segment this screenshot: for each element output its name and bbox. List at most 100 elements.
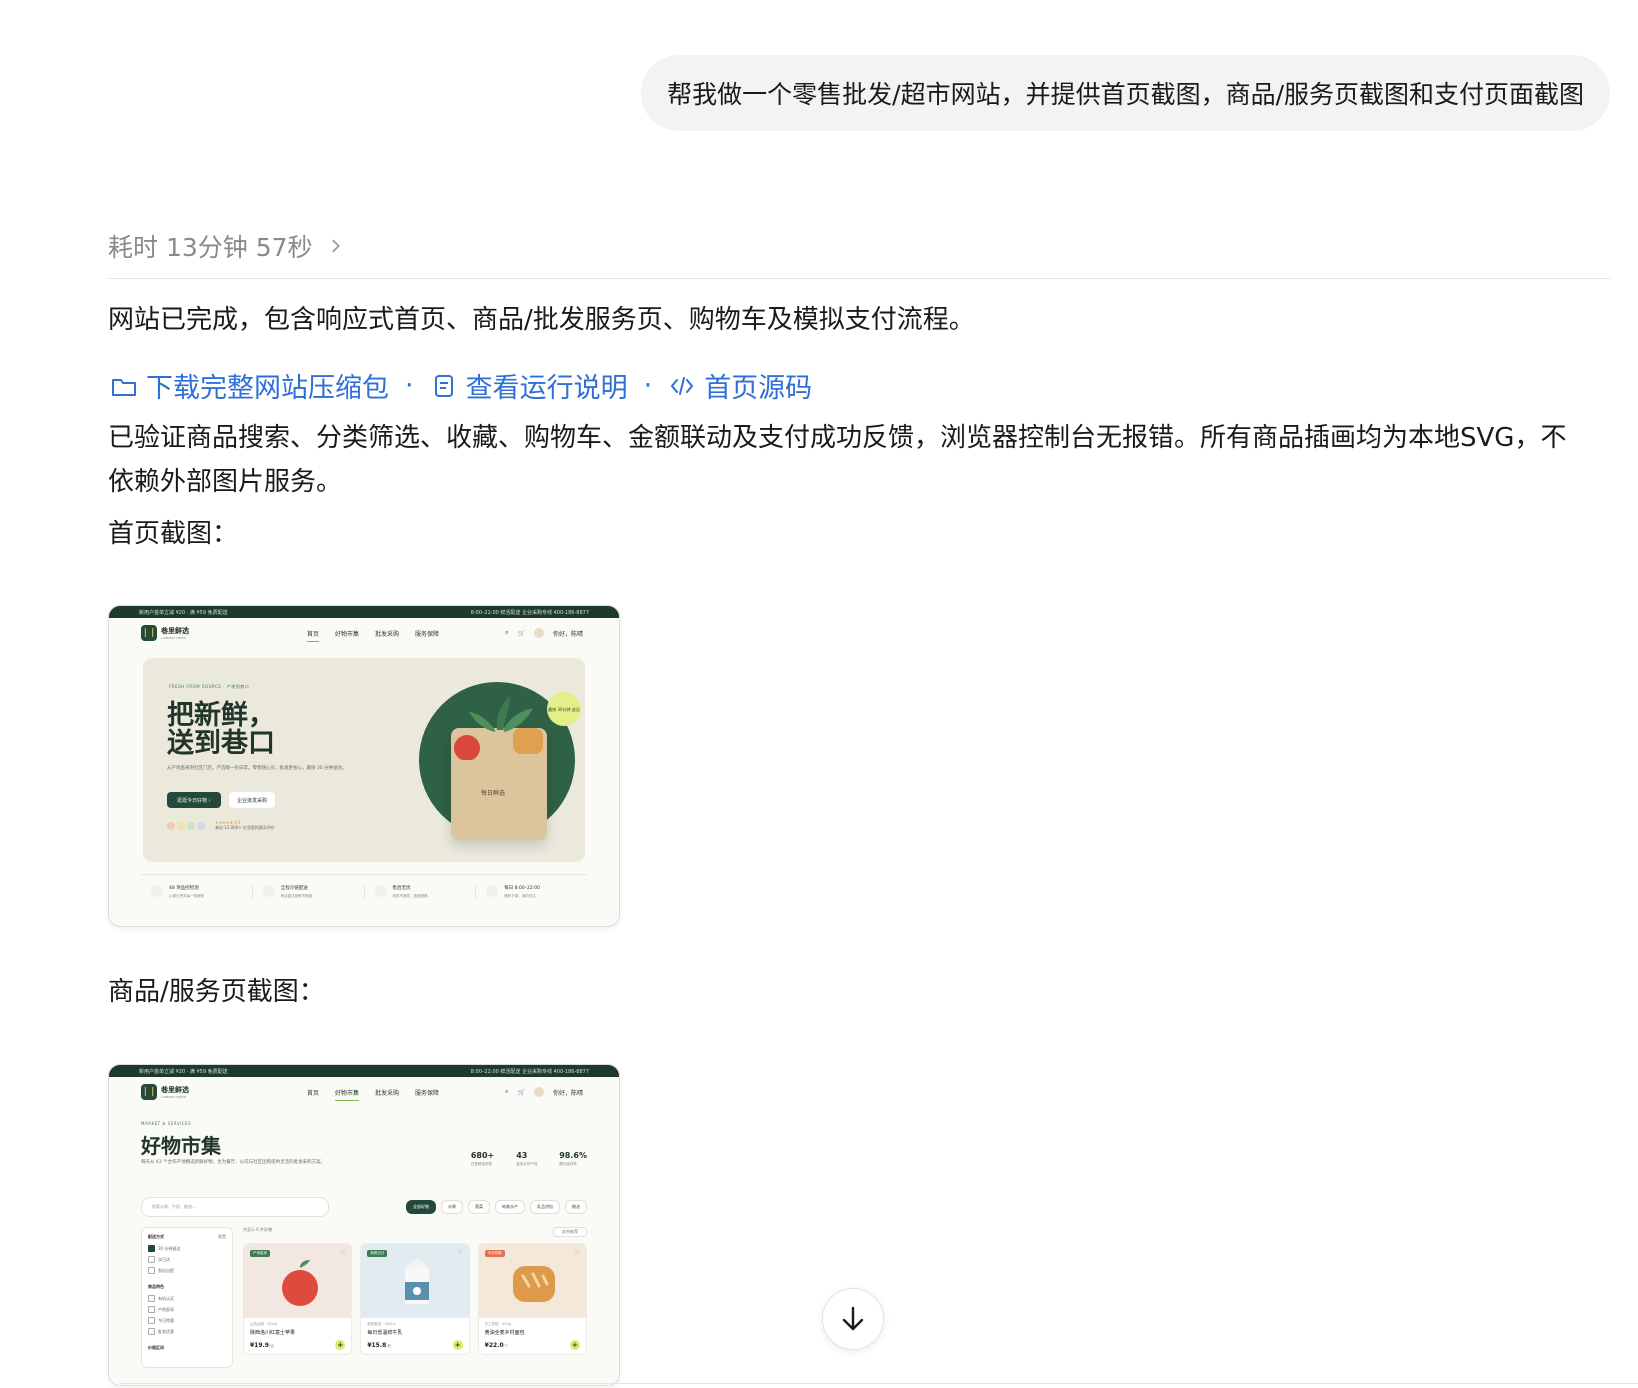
checkbox-checked[interactable] (148, 1245, 155, 1252)
product-card[interactable]: 新鲜当日 ♡ 鲜奶配送 · 950ml 每日低温鲜牛乳 ¥15.8/瓶 + (360, 1243, 470, 1355)
hero-tag: FRESH FROM SOURCE · 产地到巷口 (169, 684, 250, 689)
add-to-cart-button[interactable]: + (569, 1340, 580, 1350)
composer-edge (120, 1383, 1638, 1388)
stat-item: 98.6% 履约准时率 (559, 1151, 587, 1167)
sidebar-item[interactable]: 有机认证 (148, 1295, 226, 1302)
header-actions: ⌕ 🛒 你好，陈晴 (505, 1087, 583, 1097)
homepage-screenshot[interactable]: 新用户首单立减 ¥20 · 满 ¥59 免费配送 8:00–22:00 鲜活配送… (108, 605, 620, 927)
product-image: 产地直采 ♡ (244, 1244, 352, 1318)
nav-market[interactable]: 好物市集 (335, 1088, 360, 1101)
checkbox[interactable] (148, 1328, 155, 1335)
scroll-to-bottom-button[interactable] (822, 1288, 884, 1350)
nav-home[interactable]: 首页 (307, 629, 320, 642)
brand-name: 巷里鲜选 (161, 1086, 189, 1094)
hero-title: 把新鲜， 送到巷口 (167, 702, 275, 758)
stat-item: 43 直采合作产地 (516, 1151, 537, 1167)
sidebar-item-label: 产地直采 (158, 1306, 174, 1312)
nav-wholesale[interactable]: 批发采购 (375, 1088, 399, 1097)
filter-all[interactable]: 全部好物 (406, 1200, 436, 1214)
product-name: 每日低温鲜牛乳 (367, 1330, 403, 1336)
site-nav: 首页 好物市集 批发采购 服务保障 (307, 1088, 439, 1101)
filter-meat[interactable]: 肉禽水产 (495, 1200, 525, 1214)
product-origin: 山西运城 · 约1kg (250, 1322, 278, 1326)
search-icon[interactable]: ⌕ (505, 629, 508, 637)
market-body: 配送方式 重置 30 分钟速达 次日达 到店自提 商品特色 有机认证 产地直采 今… (141, 1227, 587, 1368)
nav-home[interactable]: 首页 (307, 1088, 319, 1097)
sidebar-item[interactable]: 产地直采 (148, 1306, 226, 1313)
shop-now-button[interactable]: 逛逛今日好物 › (167, 792, 221, 808)
product-page-screenshot[interactable]: 新用户首单立减 ¥20 · 满 ¥59 免费配送 8:00–22:00 鲜活配送… (108, 1064, 620, 1386)
product-name: 黄油全麦乡村面包 (484, 1330, 525, 1336)
cart-icon[interactable]: 🛒 (518, 630, 525, 637)
cart-icon[interactable]: 🛒 (518, 1089, 525, 1096)
elapsed-time-toggle[interactable]: 耗时 13分钟 57秒 (108, 228, 345, 264)
link-separator: · (405, 370, 414, 401)
product-card[interactable]: 产地直采 ♡ 山西运城 · 约1kg 陕西洛川红富士苹果 ¥19.9/袋 + (243, 1243, 353, 1355)
product-price: ¥22.0 (484, 1341, 504, 1349)
hero-title-line2: 送到巷口 (167, 728, 275, 759)
download-zip-link[interactable]: 下载完整网站压缩包 (110, 366, 389, 405)
market-tag: MARKET & SERVICES (141, 1121, 192, 1126)
nav-wholesale[interactable]: 批发采购 (375, 629, 399, 638)
add-to-cart-button[interactable]: + (335, 1340, 346, 1350)
product-card[interactable]: 今日特惠 ♡ 手工烘焙 · 450g 黄油全麦乡村面包 ¥22.0/个 + (477, 1243, 587, 1355)
product-image: 今日特惠 ♡ (478, 1244, 586, 1318)
feature-sub: 品质不满意，极速退换 (392, 894, 428, 898)
user-greeting: 你好，陈晴 (552, 1089, 583, 1097)
rating-sub: 来自 12,000+ 位邻里的真实评价 (215, 825, 275, 830)
filter-row: 搜索水果、牛奶、粮油… 全部好物 水果 蔬菜 肉禽水产 乳品烘焙 粮油 (141, 1197, 587, 1217)
link-separator: · (643, 370, 653, 401)
checkbox[interactable] (148, 1306, 155, 1313)
sidebar-group-delivery: 配送方式 重置 30 分钟速达 次日达 到店自提 (148, 1234, 226, 1274)
product-screenshot-caption: 商品/服务页截图： (108, 977, 325, 1007)
sidebar-item[interactable]: 30 分钟速达 (148, 1245, 226, 1252)
avatar[interactable] (533, 1087, 544, 1097)
site-logo: ❘❘ 巷里鲜选 LANEWAY FRESH (141, 1084, 189, 1100)
check-icon (151, 885, 163, 897)
nav-service[interactable]: 服务保障 (415, 1088, 439, 1097)
filter-grain[interactable]: 粮油 (565, 1200, 587, 1214)
search-icon[interactable]: ⌕ (505, 1088, 508, 1096)
category-filters: 全部好物 水果 蔬菜 肉禽水产 乳品烘焙 粮油 (406, 1200, 587, 1214)
run-instructions-link[interactable]: 查看运行说明 (430, 366, 628, 405)
heart-icon[interactable]: ♡ (340, 1249, 345, 1256)
add-to-cart-button[interactable]: + (452, 1340, 463, 1350)
sidebar-item[interactable]: 次日达 (148, 1256, 226, 1263)
nav-market[interactable]: 好物市集 (335, 629, 359, 638)
checkbox[interactable] (148, 1267, 155, 1274)
filter-fruit[interactable]: 水果 (441, 1200, 463, 1214)
sort-select[interactable]: 综合推荐 (553, 1227, 587, 1237)
reset-button[interactable]: 重置 (218, 1234, 226, 1240)
brand-sub: LANEWAY FRESH (161, 1095, 187, 1099)
avatar[interactable] (533, 628, 544, 638)
nav-service[interactable]: 服务保障 (415, 629, 439, 638)
sidebar-item[interactable]: 今日特惠 (148, 1317, 226, 1324)
sidebar-item-label: 今日特惠 (158, 1317, 174, 1323)
filter-vegetable[interactable]: 蔬菜 (468, 1200, 490, 1214)
sidebar-item[interactable]: 批发优惠 (148, 1328, 226, 1335)
market-description: 每天从 43 个合作产地精选新鲜好物，也为餐厅、公司与社区团购提供灵活的批发采购… (141, 1160, 326, 1165)
checkbox[interactable] (148, 1317, 155, 1324)
checkbox[interactable] (148, 1295, 155, 1302)
feature-title: 48 项品控检测 (169, 886, 199, 891)
run-instructions-label: 查看运行说明 (465, 373, 628, 404)
user-message-text: 帮我做一个零售批发/超市网站，并提供首页截图，商品/服务页截图和支付页面截图 (667, 80, 1584, 109)
wholesale-button[interactable]: 企业批发采购 (229, 792, 276, 808)
product-tag: 产地直采 (250, 1250, 270, 1257)
homepage-source-link[interactable]: 首页源码 (668, 366, 812, 405)
product-search-input[interactable]: 搜索水果、牛奶、粮油… (141, 1197, 329, 1217)
avatar-chip (177, 821, 185, 830)
sidebar-item[interactable]: 到店自提 (148, 1267, 226, 1274)
heart-icon[interactable]: ♡ (575, 1249, 580, 1256)
chevron-right-icon (331, 239, 340, 253)
bread-illustration (512, 1266, 555, 1302)
brand-name: 巷里鲜选 (161, 627, 189, 635)
checkbox[interactable] (148, 1256, 155, 1263)
truck-icon (262, 885, 275, 897)
sidebar-item-label: 到店自提 (158, 1267, 174, 1273)
filter-dairy[interactable]: 乳品烘焙 (530, 1200, 560, 1214)
hours-text: 8:00–22:00 鲜活配送 企业采购专线 400-186-8877 (470, 1068, 589, 1075)
feature-sub: 鲜活直达锁鲜不断链 (280, 894, 313, 898)
heart-icon[interactable]: ♡ (457, 1249, 462, 1256)
market-header: MARKET & SERVICES 好物市集 每天从 43 个合作产地精选新鲜好… (141, 1121, 587, 1191)
